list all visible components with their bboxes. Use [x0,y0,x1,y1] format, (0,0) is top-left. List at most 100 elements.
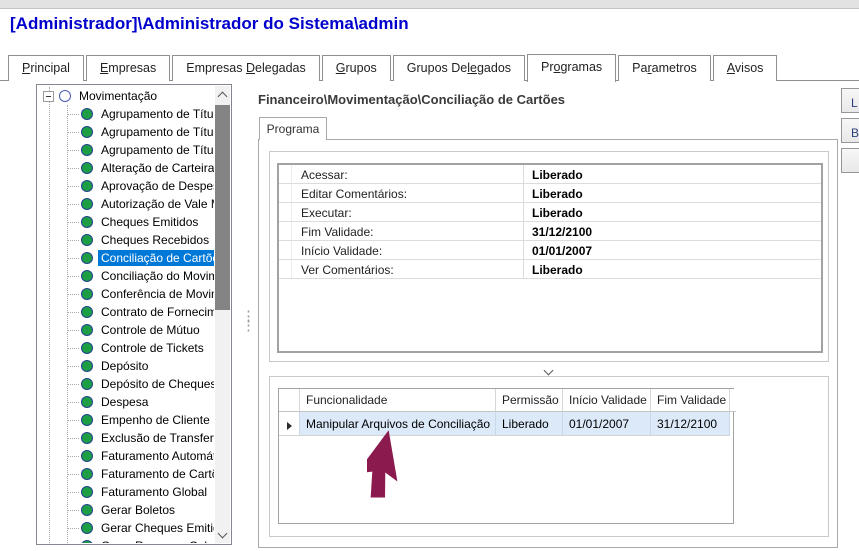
maroon-pointer-cursor [367,429,419,501]
tree-item-label: Conciliação do Movim [98,268,214,284]
tab-parametros[interactable]: Parametros [618,55,711,81]
tab-label-post: rupos [346,61,377,75]
liberar-button[interactable]: L [841,88,859,113]
permission-row[interactable]: Ver Comentários:Liberado [279,260,821,279]
scrollbar-thumb[interactable] [215,105,230,310]
tab-programas[interactable]: Programas [527,54,616,82]
permission-row[interactable]: Acessar:Liberado [279,165,821,184]
permission-value: Liberado [523,203,821,221]
tree-item[interactable]: Controle de Tickets [39,339,214,357]
grid-cell: 01/01/2007 [563,412,651,436]
tree-item-label: Controle de Mútuo [98,322,203,338]
row-selector-cell[interactable] [279,412,300,436]
side-button-3[interactable] [841,148,859,173]
tree-item-label: Faturamento de Cartõ [98,466,214,482]
functionality-grid: FuncionalidadePermissãoInício ValidadeFi… [278,388,734,524]
program-icon [81,360,93,372]
tree-item[interactable]: Despesa [39,393,214,411]
tree-item[interactable]: Depósito de Cheques [39,375,214,393]
tree-item-label: Conferência de Movim [98,286,214,302]
tree-item[interactable]: Agrupamento de Títul [39,141,214,159]
panel-splitter-handle[interactable]: ⋮⋮ [241,312,253,330]
program-icon [81,288,93,300]
tree-item[interactable]: Faturamento de Cartõ [39,465,214,483]
tab-label-pre: Pr [541,60,554,74]
tree-item[interactable]: Gerar Remessa Cobran [39,537,214,543]
tree-item[interactable]: Conferência de Movim [39,285,214,303]
chevron-down-icon [543,366,553,376]
grid-column-header[interactable]: Fim Validade [651,389,730,412]
permission-label: Fim Validade: [292,222,523,240]
tree-item[interactable]: Depósito [39,357,214,375]
tab-avisos[interactable]: Avisos [713,55,778,81]
program-icon [81,378,93,390]
grid-column-header[interactable]: Início Validade [563,389,651,412]
right-triangle-icon [287,422,292,430]
grid-cell: Liberado [496,412,563,436]
tab-programa[interactable]: Programa [259,117,327,140]
tree-item-label: Depósito [98,358,151,374]
tree-item[interactable]: Conciliação de Cartõe [39,249,214,267]
tree-item[interactable]: Conciliação do Movim [39,267,214,285]
tree-item-label: Gerar Remessa Cobran [98,538,214,543]
program-icon [81,108,93,120]
grid-body: Manipular Arquivos de ConciliaçãoLiberad… [279,412,733,436]
tree-item[interactable]: Gerar Boletos [39,501,214,519]
tab-label-post: ametros [652,61,697,75]
permission-row[interactable]: Executar:Liberado [279,203,821,222]
tab-empresas[interactable]: Empresas [86,55,170,81]
grid-column-header[interactable]: Funcionalidade [300,389,496,412]
permission-row[interactable]: Editar Comentários:Liberado [279,184,821,203]
program-icon [81,216,93,228]
tree-item[interactable]: Faturamento Global [39,483,214,501]
tree-item[interactable]: Aprovação de Despesa [39,177,214,195]
program-icon [81,234,93,246]
scroll-up-button[interactable] [215,86,230,103]
tree-item-label: Aprovação de Despesa [98,178,214,194]
tree-item[interactable]: Cheques Recebidos [39,231,214,249]
tree-item[interactable]: Contrato de Fornecim [39,303,214,321]
tree-item-label: Cheques Emitidos [98,214,201,230]
tree-item-label: Cheques Recebidos [98,232,212,248]
tab-empresas-delegadas[interactable]: Empresas Delegadas [172,55,320,81]
tab-grupos[interactable]: Grupos [322,55,391,81]
program-icon [81,540,93,543]
permission-value: Liberado [523,260,821,278]
tree-item[interactable]: Faturamento Automát [39,447,214,465]
tree-item[interactable]: Agrupamento de Títul [39,105,214,123]
permission-row[interactable]: Fim Validade:31/12/2100 [279,222,821,241]
tree-rows: MovimentaçãoAgrupamento de TítulAgrupame… [39,87,214,543]
program-icon [81,486,93,498]
window-top-strip [0,0,859,9]
tree-item-label: Depósito de Cheques [98,376,214,392]
program-icon [81,342,93,354]
tree-item[interactable]: Agrupamento de Títul [39,123,214,141]
app-window: [Administrador]\Administrador do Sistema… [0,0,859,551]
tree-item[interactable]: Exclusão de Transferên [39,429,214,447]
grid-data-row[interactable]: Manipular Arquivos de ConciliaçãoLiberad… [279,412,733,436]
tree-item-label: Autorização de Vale M [98,196,214,212]
row-selector-header [279,389,300,412]
tree-item[interactable]: Empenho de Cliente [39,411,214,429]
tree-item[interactable]: Cheques Emitidos [39,213,214,231]
grid-column-header[interactable]: Permissão [496,389,563,412]
chevron-up-icon [218,91,228,101]
program-icon [81,414,93,426]
tree-item[interactable]: Gerar Cheques Emitid [39,519,214,537]
program-icon [81,252,93,264]
tree-scrollbar[interactable] [215,86,230,543]
program-icon [81,162,93,174]
row-indent-cell [279,165,292,183]
tab-label-post: gramas [560,60,602,74]
tree-item[interactable]: Controle de Mútuo [39,321,214,339]
tree-root-item[interactable]: Movimentação [39,87,214,105]
tab-grupos-delegados[interactable]: Grupos Delegados [393,55,525,81]
tree-item[interactable]: Autorização de Vale M [39,195,214,213]
collapse-expander-icon[interactable] [43,91,54,102]
permission-row[interactable]: Início Validade:01/01/2007 [279,241,821,260]
scroll-down-button[interactable] [215,526,230,543]
bloquear-button[interactable]: Bl [841,118,859,143]
row-indent-cell [279,203,292,221]
tree-item[interactable]: Alteração de Carteira c [39,159,214,177]
tab-principal[interactable]: Principal [8,55,84,81]
